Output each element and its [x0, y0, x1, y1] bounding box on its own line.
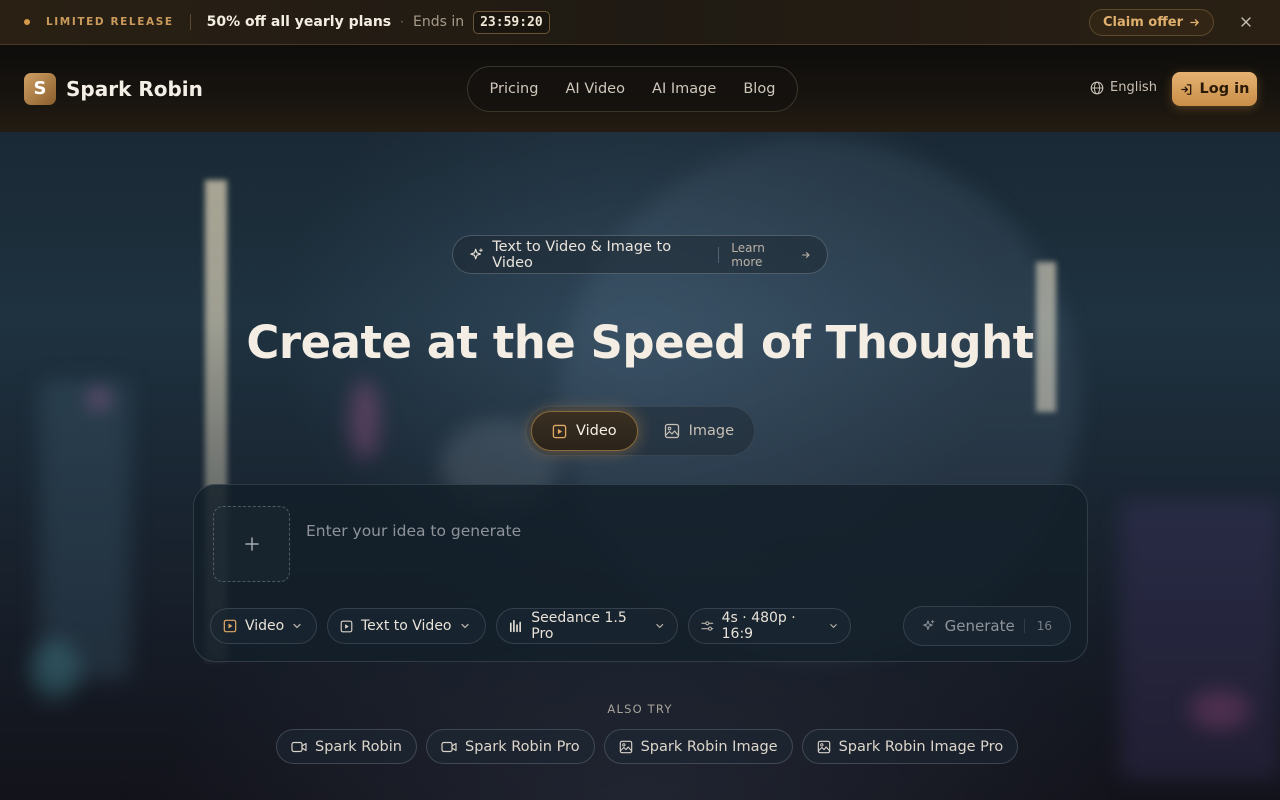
hero-title-row: Create at the Speed of Thought: [246, 312, 1034, 372]
video-camera-icon: [291, 741, 307, 752]
model-dropdown[interactable]: Seedance 1.5 Pro: [496, 608, 678, 644]
claim-offer-button[interactable]: Claim offer: [1089, 8, 1214, 36]
top-nav: S Spark Robin Pricing AI Video AI Image …: [0, 45, 1280, 132]
nav-link-pricing[interactable]: Pricing: [490, 81, 539, 97]
also-try-spark-robin-image[interactable]: Spark Robin Image: [603, 729, 793, 764]
also-try-list: Spark Robin Spark Robin Pro Spark Robin …: [276, 729, 1019, 765]
also-try-item-label: Spark Robin Image: [640, 738, 778, 755]
brand-logo: S: [24, 72, 56, 105]
feature-pill[interactable]: Text to Video & Image to Video Learn mor…: [452, 235, 828, 274]
brand-home-link[interactable]: S Spark Robin: [24, 72, 203, 105]
video-icon: [340, 620, 353, 632]
learn-more-link[interactable]: Learn more: [731, 241, 811, 269]
live-dot: [24, 19, 30, 25]
video-icon: [552, 424, 567, 438]
prompt-input[interactable]: [306, 511, 1066, 551]
generate-button[interactable]: Generate 16: [903, 606, 1071, 646]
learn-more-label: Learn more: [731, 240, 765, 269]
language-selector[interactable]: English: [1090, 80, 1157, 95]
output-type-dropdown[interactable]: Video: [210, 608, 317, 644]
output-type-value: Video: [245, 618, 285, 634]
also-try-spark-robin-image-pro[interactable]: Spark Robin Image Pro: [801, 729, 1019, 764]
also-try-label: ALSO TRY: [607, 702, 673, 716]
chevron-down-icon: [293, 623, 301, 629]
input-mode-dropdown[interactable]: Text to Video: [327, 608, 486, 644]
hero-title: Create at the Speed of Thought: [246, 315, 1034, 369]
credit-cost: 16: [1023, 619, 1052, 633]
promo-label: LIMITED RELEASE: [46, 16, 174, 28]
model-value: Seedance 1.5 Pro: [531, 610, 627, 642]
nav-links: Pricing AI Video AI Image Blog: [467, 66, 798, 112]
also-try-spark-robin[interactable]: Spark Robin: [276, 729, 417, 764]
also-try-item-label: Spark Robin Pro: [464, 738, 580, 755]
upload-reference-button[interactable]: [213, 506, 290, 582]
nav-link-ai-image[interactable]: AI Image: [652, 81, 716, 97]
video-camera-icon: [441, 741, 457, 752]
generation-settings-value: 4s · 480p · 16:9: [721, 610, 796, 642]
arrow-right-icon: [1190, 18, 1200, 26]
feature-pill-text: Text to Video & Image to Video: [492, 238, 672, 271]
mode-tab-image-label: Image: [688, 423, 735, 439]
sparkle-icon: [470, 247, 483, 259]
chevron-down-icon: [460, 623, 469, 629]
login-icon: [1180, 83, 1191, 95]
mode-tab-image[interactable]: Image: [638, 411, 754, 451]
sliders-icon: [701, 621, 714, 631]
mode-tab-video[interactable]: Video: [531, 411, 638, 451]
close-promo-button[interactable]: [1236, 12, 1256, 32]
arrow-right-icon: [802, 251, 811, 258]
nav-link-ai-video[interactable]: AI Video: [566, 81, 625, 97]
also-try-spark-robin-pro[interactable]: Spark Robin Pro: [425, 729, 595, 764]
close-icon: [1241, 17, 1251, 27]
brand-name: Spark Robin: [66, 76, 203, 101]
sparkle-icon: [923, 620, 935, 630]
promo-separator: ·: [400, 15, 404, 29]
claim-offer-label: Claim offer: [1103, 14, 1183, 30]
promo-ends-label: Ends in: [412, 14, 465, 30]
generate-label: Generate: [944, 617, 1015, 635]
image-icon: [619, 740, 632, 753]
video-icon: [223, 619, 237, 633]
also-try-item-label: Spark Robin: [315, 738, 402, 755]
login-button[interactable]: Log in: [1172, 72, 1257, 106]
globe-icon: [1090, 81, 1104, 94]
prompt-composer: Video Text to Video Seedance 1.5 Pro 4s …: [193, 484, 1088, 662]
plus-icon: [244, 537, 259, 551]
promo-bar: LIMITED RELEASE 50% off all yearly plans…: [0, 0, 1280, 45]
login-label: Log in: [1199, 81, 1250, 97]
also-try-item-label: Spark Robin Image Pro: [838, 738, 1004, 755]
mode-switcher: Video Image: [526, 406, 755, 456]
feature-pill-divider: [718, 246, 720, 263]
mode-tab-video-label: Video: [576, 423, 617, 439]
image-icon: [664, 423, 679, 439]
input-mode-value: Text to Video: [361, 618, 452, 634]
generation-settings-dropdown[interactable]: 4s · 480p · 16:9: [688, 608, 851, 644]
chevron-down-icon: [656, 623, 664, 629]
bar-chart-icon: [509, 619, 521, 633]
language-label: English: [1110, 80, 1157, 95]
promo-divider: [189, 14, 191, 30]
image-icon: [817, 740, 830, 753]
nav-link-blog[interactable]: Blog: [743, 81, 775, 97]
countdown-timer: 23:59:20: [473, 10, 550, 34]
promo-headline: 50% off all yearly plans: [206, 14, 392, 30]
chevron-down-icon: [830, 624, 837, 629]
